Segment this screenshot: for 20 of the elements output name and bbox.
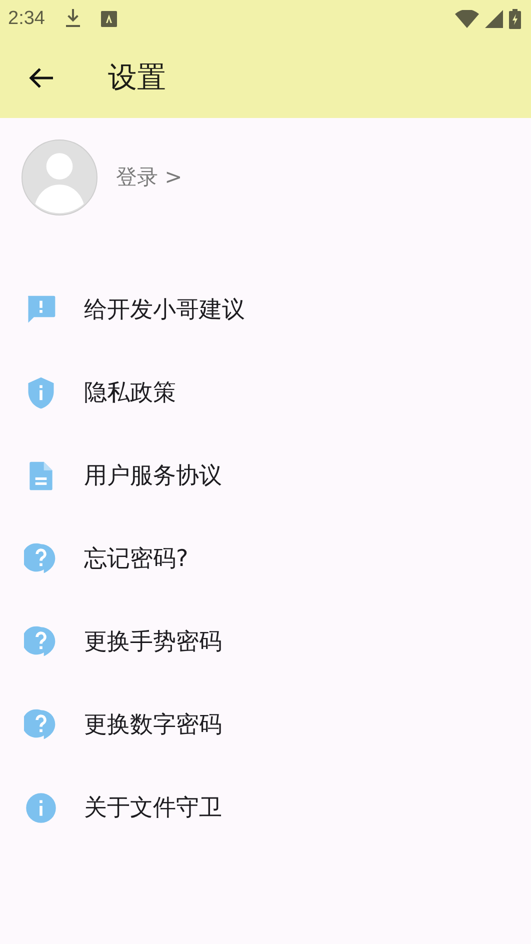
login-link[interactable]: 登录 > [116, 163, 182, 191]
keyboard-notification-icon [100, 11, 117, 27]
battery-charging-icon [509, 9, 521, 29]
help-icon [24, 708, 58, 742]
settings-item[interactable]: 忘记密码? [0, 517, 531, 600]
settings-item[interactable]: 隐私政策 [0, 351, 531, 434]
status-time: 2:34 [8, 8, 45, 30]
help-icon [24, 624, 58, 658]
settings-item[interactable]: 给开发小哥建议 [0, 268, 531, 351]
signal-icon [485, 10, 503, 28]
wifi-icon [455, 10, 479, 28]
back-arrow-icon [28, 67, 54, 89]
settings-item[interactable]: 更换手势密码 [0, 600, 531, 683]
help-icon [24, 542, 58, 576]
page-title: 设置 [108, 59, 166, 96]
settings-item[interactable]: 用户服务协议 [0, 434, 531, 517]
settings-item[interactable]: 更换数字密码 [0, 683, 531, 766]
info-icon [24, 790, 58, 824]
download-icon [64, 9, 81, 29]
settings-item[interactable]: 关于文件守卫 [0, 766, 531, 849]
